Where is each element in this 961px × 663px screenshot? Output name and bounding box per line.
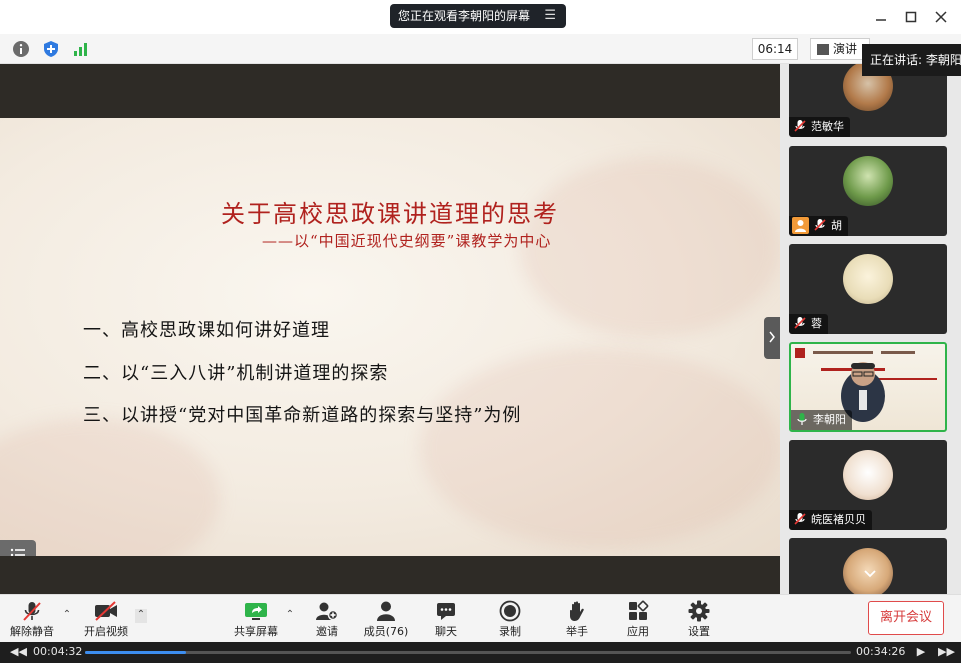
record-icon	[488, 599, 532, 623]
share-screen-button[interactable]: 共享屏幕	[230, 599, 282, 641]
playback-bar: ◀◀ 00:04:32 00:34:26 ▶ ▶▶	[0, 642, 961, 663]
participant-label: 李朝阳	[791, 410, 852, 430]
signal-icon[interactable]	[72, 40, 90, 58]
info-icon[interactable]	[12, 40, 30, 58]
participant-tile[interactable]	[789, 538, 947, 594]
raise-hand-label: 举手	[566, 625, 588, 638]
maximize-icon[interactable]	[903, 9, 919, 25]
gear-icon	[677, 599, 721, 623]
participant-tile[interactable]: 皖医褚贝贝	[789, 440, 947, 530]
record-label: 录制	[499, 625, 521, 638]
participant-name: 李朝阳	[813, 413, 846, 426]
share-options-caret-icon[interactable]: ⌃	[284, 609, 296, 623]
hand-icon	[555, 599, 599, 623]
mic-muted-icon	[794, 513, 806, 525]
participant-tile-active[interactable]: 李朝阳	[789, 342, 947, 432]
seek-bar[interactable]	[85, 651, 851, 654]
minimize-icon[interactable]	[873, 9, 889, 25]
mic-muted-icon	[794, 317, 806, 329]
settings-button[interactable]: 设置	[677, 599, 721, 641]
members-button[interactable]: 成员(76)	[360, 599, 412, 641]
slide-wash	[420, 348, 780, 548]
shield-icon[interactable]	[42, 40, 60, 58]
rewind-icon[interactable]: ◀◀	[10, 645, 27, 659]
start-video-button[interactable]: 开启视频	[80, 599, 132, 641]
scroll-down-icon[interactable]	[858, 567, 882, 583]
camera-off-icon	[80, 599, 132, 623]
invite-icon	[305, 599, 349, 623]
slide-item: 二、以“三入八讲”机制讲道理的探索	[83, 363, 389, 384]
participant-name: 胡	[831, 219, 842, 232]
participant-label: 皖医褚贝贝	[789, 510, 872, 530]
slide-wash	[520, 158, 780, 338]
view-mode-label: 演讲	[833, 42, 858, 56]
slide-title: 关于高校思政课讲道理的思考	[221, 200, 559, 228]
participant-video	[843, 156, 893, 206]
raise-hand-button[interactable]: 举手	[555, 599, 599, 641]
share-banner-text: 您正在观看李朝阳的屏幕	[398, 9, 531, 23]
mic-muted-icon	[794, 120, 806, 132]
shared-screen-area: 关于高校思政课讲道理的思考 ——以“中国近现代史纲要”课教学为中心 一、高校思政…	[0, 64, 780, 594]
current-time: 00:04:32	[33, 645, 83, 658]
meeting-timer: 06:14	[752, 38, 798, 60]
members-label: 成员(76)	[363, 625, 409, 638]
mic-active-icon	[797, 413, 807, 425]
chat-button[interactable]: 聊天	[424, 599, 468, 641]
fast-forward-icon[interactable]: ▶▶	[938, 645, 955, 659]
start-video-label: 开启视频	[84, 625, 128, 638]
host-avatar-icon	[792, 217, 809, 234]
leave-meeting-button[interactable]: 离开会议	[868, 601, 944, 635]
title-bar: 您正在观看李朝阳的屏幕 ☰	[0, 0, 961, 34]
participant-label: 蓉	[789, 314, 828, 334]
slide-subtitle: ——以“中国近现代史纲要”课教学为中心	[262, 232, 552, 250]
mic-muted-icon	[814, 219, 826, 231]
total-time: 00:34:26	[856, 645, 906, 658]
members-icon	[360, 599, 412, 623]
invite-label: 邀请	[316, 625, 338, 638]
record-button[interactable]: 录制	[488, 599, 532, 641]
apps-label: 应用	[627, 625, 649, 638]
participant-panel[interactable]: 范敏华 胡 蓉 李朝阳 皖医褚贝贝	[780, 64, 961, 594]
participant-video	[843, 254, 893, 304]
settings-label: 设置	[688, 625, 710, 638]
slide-item: 三、以讲授“党对中国革命新道路的探索与坚持”为例	[83, 405, 522, 426]
info-bar: 06:14 演讲	[0, 34, 961, 64]
video-options-caret-icon[interactable]: ⌃	[135, 609, 147, 623]
mic-muted-icon	[6, 599, 58, 623]
share-screen-label: 共享屏幕	[234, 625, 278, 638]
view-mode-button[interactable]: 演讲	[810, 38, 870, 60]
chat-icon	[424, 599, 468, 623]
collapse-panel-button[interactable]	[764, 317, 780, 359]
participant-name: 范敏华	[811, 120, 844, 133]
unmute-button[interactable]: 解除静音	[6, 599, 58, 641]
presentation-slide: 关于高校思政课讲道理的思考 ——以“中国近现代史纲要”课教学为中心 一、高校思政…	[0, 118, 780, 556]
slide-wash	[0, 418, 220, 556]
slide-menu-button[interactable]	[0, 540, 36, 556]
share-screen-icon	[230, 599, 282, 623]
participant-label: 范敏华	[789, 117, 850, 137]
apps-icon	[616, 599, 660, 623]
play-icon[interactable]: ▶	[914, 645, 928, 659]
participant-label: 胡	[789, 216, 848, 236]
close-icon[interactable]	[933, 9, 949, 25]
chat-label: 聊天	[435, 625, 457, 638]
participant-tile[interactable]: 胡	[789, 146, 947, 236]
participant-video	[843, 450, 893, 500]
audio-options-caret-icon[interactable]: ⌃	[61, 609, 73, 623]
participant-tile[interactable]: 蓉	[789, 244, 947, 334]
meeting-toolbar: 解除静音 ⌃ 开启视频 ⌃ 共享屏幕 ⌃ 邀请 成员(76) 聊天 录制 举手 …	[0, 594, 961, 642]
participant-name: 皖医褚贝贝	[811, 513, 866, 526]
speaking-indicator: 正在讲话: 李朝阳	[862, 44, 961, 76]
slide-item: 一、高校思政课如何讲好道理	[83, 320, 330, 341]
seek-bar-progress	[85, 651, 187, 654]
view-mode-icon	[817, 44, 829, 55]
invite-button[interactable]: 邀请	[305, 599, 349, 641]
banner-menu-icon[interactable]: ☰	[544, 4, 556, 28]
share-banner[interactable]: 您正在观看李朝阳的屏幕 ☰	[390, 4, 566, 28]
participant-name: 蓉	[811, 317, 822, 330]
apps-button[interactable]: 应用	[616, 599, 660, 641]
unmute-label: 解除静音	[10, 625, 54, 638]
